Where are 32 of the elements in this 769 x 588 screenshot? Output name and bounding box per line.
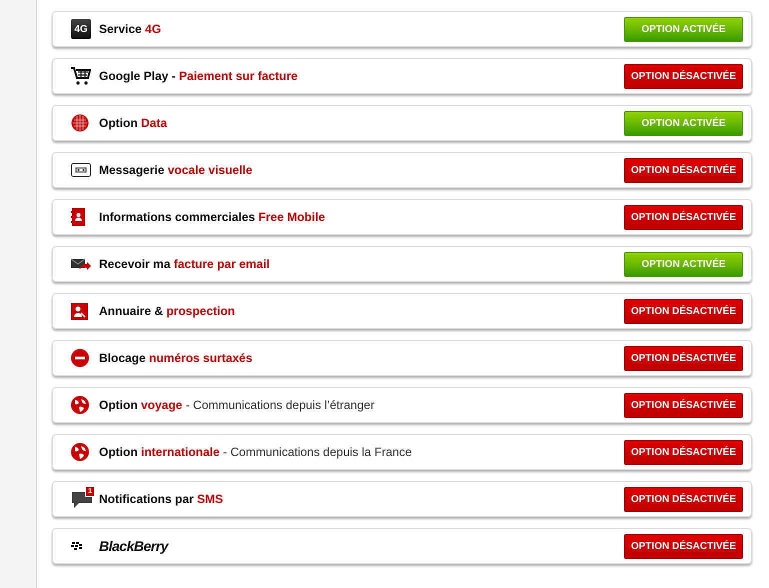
option-toggle-button[interactable]: OPTION DÉSACTIVÉE	[624, 534, 743, 558]
option-title: Option Data	[99, 115, 168, 132]
option-title: Google Play - Paiement sur facture	[99, 68, 298, 85]
option-title: Service 4G	[99, 21, 162, 38]
option-title: Informations commerciales Free Mobile	[99, 209, 326, 226]
option-toggle-button[interactable]: OPTION DÉSACTIVÉE	[624, 486, 743, 512]
globe-icon	[71, 114, 89, 132]
option-title: Annuaire & prospection	[99, 303, 236, 320]
no-entry-icon	[71, 349, 89, 367]
option-title: Option voyage - Communications depuis l’étranger	[99, 397, 374, 414]
option-toggle-button[interactable]: OPTION DÉSACTIVÉE	[624, 392, 743, 418]
directory-icon	[71, 302, 88, 320]
option-title: Option internationale - Communications depuis la France	[99, 444, 412, 461]
option-title: Recevoir ma facture par email	[99, 256, 270, 273]
option-toggle-button[interactable]: OPTION DÉSACTIVÉE	[624, 158, 743, 182]
option-toggle-button[interactable]: OPTION DÉSACTIVÉE	[624, 298, 743, 324]
option-toggle-button[interactable]: OPTION DÉSACTIVÉE	[624, 346, 743, 370]
dots-logo-icon	[71, 542, 83, 550]
option-title: Blocage numéros surtaxés	[99, 350, 252, 367]
4g-icon: 4G	[71, 19, 91, 39]
envelope-arrow-icon	[71, 257, 91, 271]
option-title: BlackBerry	[99, 536, 168, 556]
cassette-icon	[71, 163, 91, 177]
contact-book-icon	[71, 208, 85, 226]
cart-icon	[71, 67, 91, 85]
option-toggle-button[interactable]: OPTION DÉSACTIVÉE	[624, 64, 743, 88]
globe-icon	[71, 396, 89, 414]
option-title: Notifications par SMS	[99, 491, 224, 508]
globe-icon	[71, 443, 89, 461]
option-toggle-button[interactable]: OPTION DÉSACTIVÉE	[624, 204, 743, 230]
option-title: Messagerie vocale visuelle	[99, 162, 252, 179]
option-toggle-button[interactable]: OPTION DÉSACTIVÉE	[624, 440, 743, 464]
